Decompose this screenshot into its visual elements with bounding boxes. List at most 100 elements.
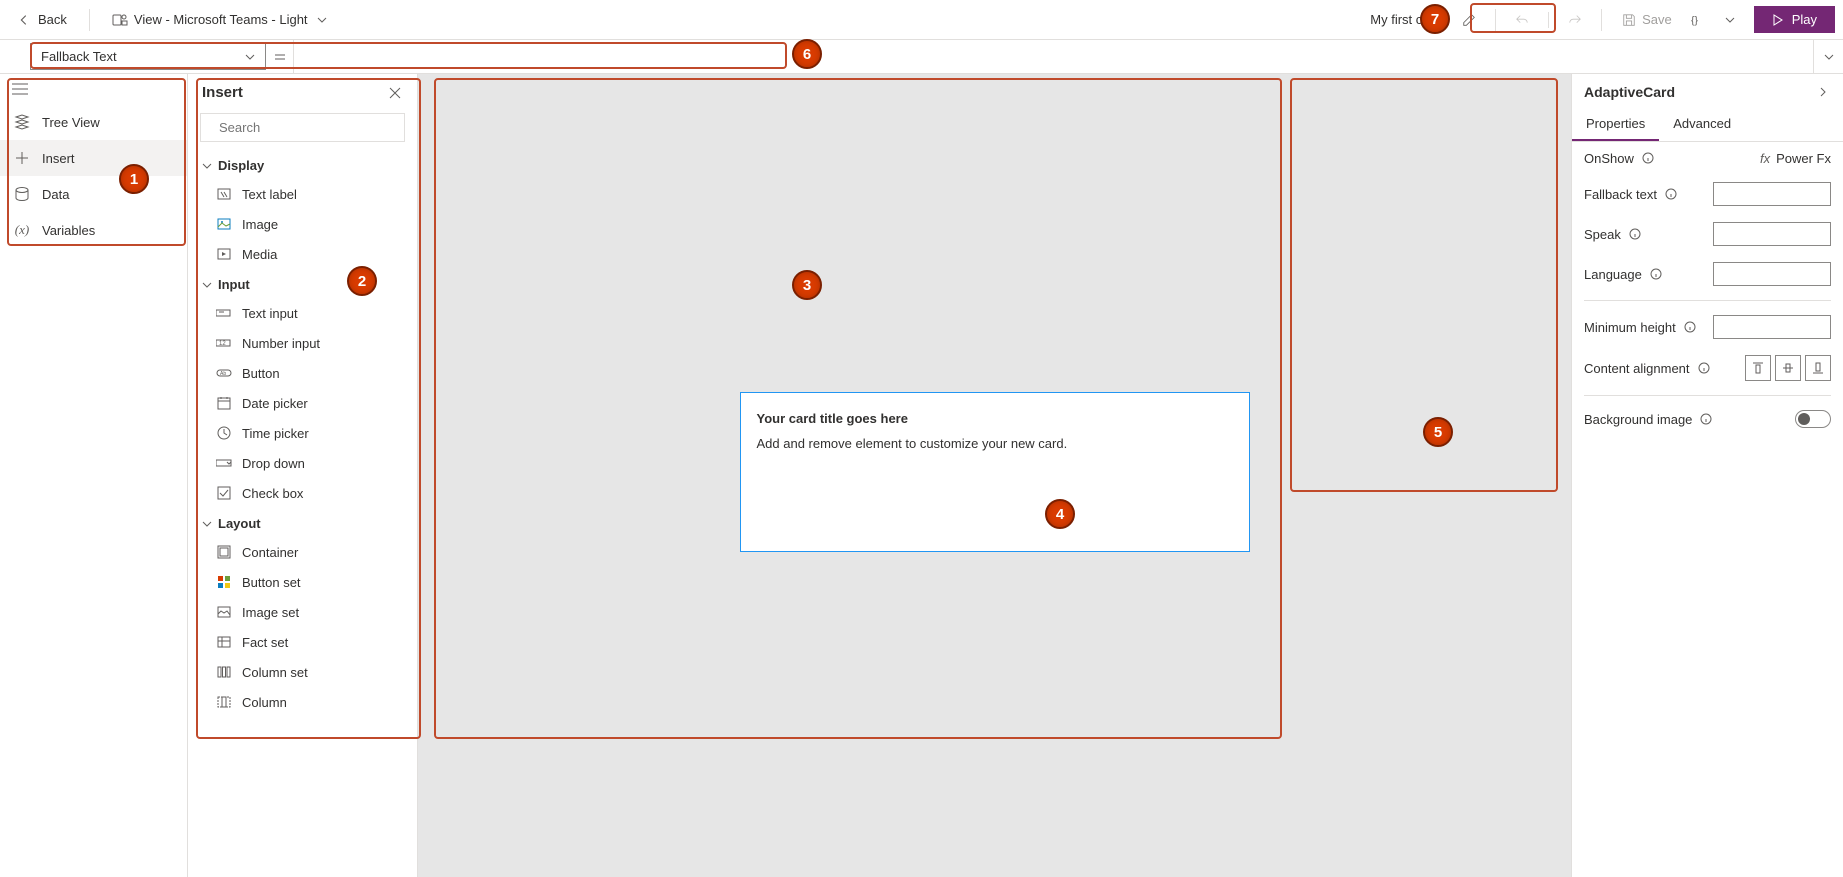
- formula-input[interactable]: [294, 40, 1813, 73]
- info-icon[interactable]: [1663, 186, 1679, 202]
- group-label: Display: [218, 158, 264, 173]
- fx-icon: fx: [1760, 151, 1770, 166]
- sidebar-item-data[interactable]: Data: [0, 176, 187, 212]
- align-top-button[interactable]: [1745, 355, 1771, 381]
- item-label: Button: [242, 366, 280, 381]
- separator: [1584, 395, 1831, 396]
- play-button[interactable]: Play: [1754, 6, 1835, 33]
- column-icon: [216, 694, 232, 710]
- insert-item-check-box[interactable]: Check box: [188, 478, 417, 508]
- container-icon: [216, 544, 232, 560]
- back-button[interactable]: Back: [8, 8, 75, 32]
- insert-item-time-picker[interactable]: Time picker: [188, 418, 417, 448]
- tab-advanced[interactable]: Advanced: [1659, 108, 1745, 141]
- insert-item-number-input[interactable]: 12Number input: [188, 328, 417, 358]
- property-dropdown[interactable]: Fallback Text: [30, 43, 266, 70]
- undo-button[interactable]: [1508, 6, 1536, 34]
- properties-title: AdaptiveCard: [1584, 84, 1675, 100]
- item-label: Container: [242, 545, 298, 560]
- insert-item-text-input[interactable]: Text input: [188, 298, 417, 328]
- sidebar-item-variables[interactable]: (x) Variables: [0, 212, 187, 248]
- insert-item-fact-set[interactable]: Fact set: [188, 627, 417, 657]
- save-button[interactable]: Save: [1614, 8, 1680, 31]
- equals-icon: [266, 40, 294, 73]
- search-input[interactable]: [219, 120, 395, 135]
- button-set-icon: [216, 574, 232, 590]
- expand-panel-icon[interactable]: [1815, 84, 1831, 100]
- back-label: Back: [38, 12, 67, 27]
- canvas[interactable]: Your card title goes here Add and remove…: [418, 74, 1571, 877]
- info-icon[interactable]: [1640, 150, 1656, 166]
- info-icon[interactable]: [1648, 266, 1664, 282]
- hamburger-button[interactable]: [0, 74, 187, 104]
- insert-group-display[interactable]: Display: [188, 150, 417, 179]
- chevron-down-icon: [202, 280, 212, 290]
- sidebar-item-insert[interactable]: Insert: [0, 140, 187, 176]
- edit-name-button[interactable]: [1455, 6, 1483, 34]
- redo-button[interactable]: [1561, 6, 1589, 34]
- number-input-icon: 12: [216, 335, 232, 351]
- content-alignment-label: Content alignment: [1584, 361, 1690, 376]
- background-image-toggle[interactable]: [1795, 410, 1831, 428]
- chevron-down-icon[interactable]: [1716, 6, 1744, 34]
- sidebar-item-treeview[interactable]: Tree View: [0, 104, 187, 140]
- insert-item-media[interactable]: Media: [188, 239, 417, 269]
- column-set-icon: [216, 664, 232, 680]
- insert-item-image[interactable]: Image: [188, 209, 417, 239]
- insert-item-container[interactable]: Container: [188, 537, 417, 567]
- language-input[interactable]: [1713, 262, 1831, 286]
- chevron-down-icon: [202, 519, 212, 529]
- date-picker-icon: [216, 395, 232, 411]
- insert-group-layout[interactable]: Layout: [188, 508, 417, 537]
- checkbox-icon: [216, 485, 232, 501]
- expand-formula-button[interactable]: [1813, 40, 1843, 73]
- insert-item-button[interactable]: AbButton: [188, 358, 417, 388]
- chevron-down-icon: [202, 161, 212, 171]
- item-label: Column set: [242, 665, 308, 680]
- search-input-wrapper[interactable]: [200, 113, 405, 142]
- sidebar-item-label: Tree View: [42, 115, 100, 130]
- align-center-button[interactable]: [1775, 355, 1801, 381]
- item-label: Date picker: [242, 396, 308, 411]
- svg-text:12: 12: [219, 341, 226, 347]
- item-label: Button set: [242, 575, 301, 590]
- sidebar-item-label: Data: [42, 187, 69, 202]
- card-title: Your card title goes here: [757, 411, 1233, 426]
- min-height-input[interactable]: [1713, 315, 1831, 339]
- info-icon[interactable]: [1696, 360, 1712, 376]
- json-view-button[interactable]: {}: [1684, 6, 1712, 34]
- item-label: Drop down: [242, 456, 305, 471]
- insert-item-text-label[interactable]: Text label: [188, 179, 417, 209]
- card-body: Add and remove element to customize your…: [757, 436, 1233, 451]
- insert-item-image-set[interactable]: Image set: [188, 597, 417, 627]
- insert-item-column-set[interactable]: Column set: [188, 657, 417, 687]
- card-preview[interactable]: Your card title goes here Add and remove…: [740, 392, 1250, 552]
- view-label: View - Microsoft Teams - Light: [134, 12, 308, 27]
- speak-input[interactable]: [1713, 222, 1831, 246]
- insert-item-button-set[interactable]: Button set: [188, 567, 417, 597]
- fallback-text-input[interactable]: [1713, 182, 1831, 206]
- insert-group-input[interactable]: Input: [188, 269, 417, 298]
- play-label: Play: [1792, 12, 1817, 27]
- info-icon[interactable]: [1698, 411, 1714, 427]
- info-icon[interactable]: [1627, 226, 1643, 242]
- prop-label: Language: [1584, 267, 1642, 282]
- info-icon[interactable]: [1682, 319, 1698, 335]
- item-label: Text input: [242, 306, 298, 321]
- data-icon: [14, 186, 30, 202]
- onshow-value[interactable]: fxPower Fx: [1760, 151, 1831, 166]
- background-image-label: Background image: [1584, 412, 1692, 427]
- insert-item-date-picker[interactable]: Date picker: [188, 388, 417, 418]
- item-label: Image set: [242, 605, 299, 620]
- close-icon[interactable]: [387, 85, 403, 101]
- insert-item-column[interactable]: Column: [188, 687, 417, 717]
- item-label: Column: [242, 695, 287, 710]
- tab-properties[interactable]: Properties: [1572, 108, 1659, 141]
- insert-item-drop-down[interactable]: Drop down: [188, 448, 417, 478]
- group-label: Layout: [218, 516, 261, 531]
- align-bottom-button[interactable]: [1805, 355, 1831, 381]
- prop-label: Minimum height: [1584, 320, 1676, 335]
- view-selector[interactable]: View - Microsoft Teams - Light: [104, 8, 338, 32]
- divider: [1495, 9, 1496, 31]
- onshow-label: OnShow: [1584, 151, 1634, 166]
